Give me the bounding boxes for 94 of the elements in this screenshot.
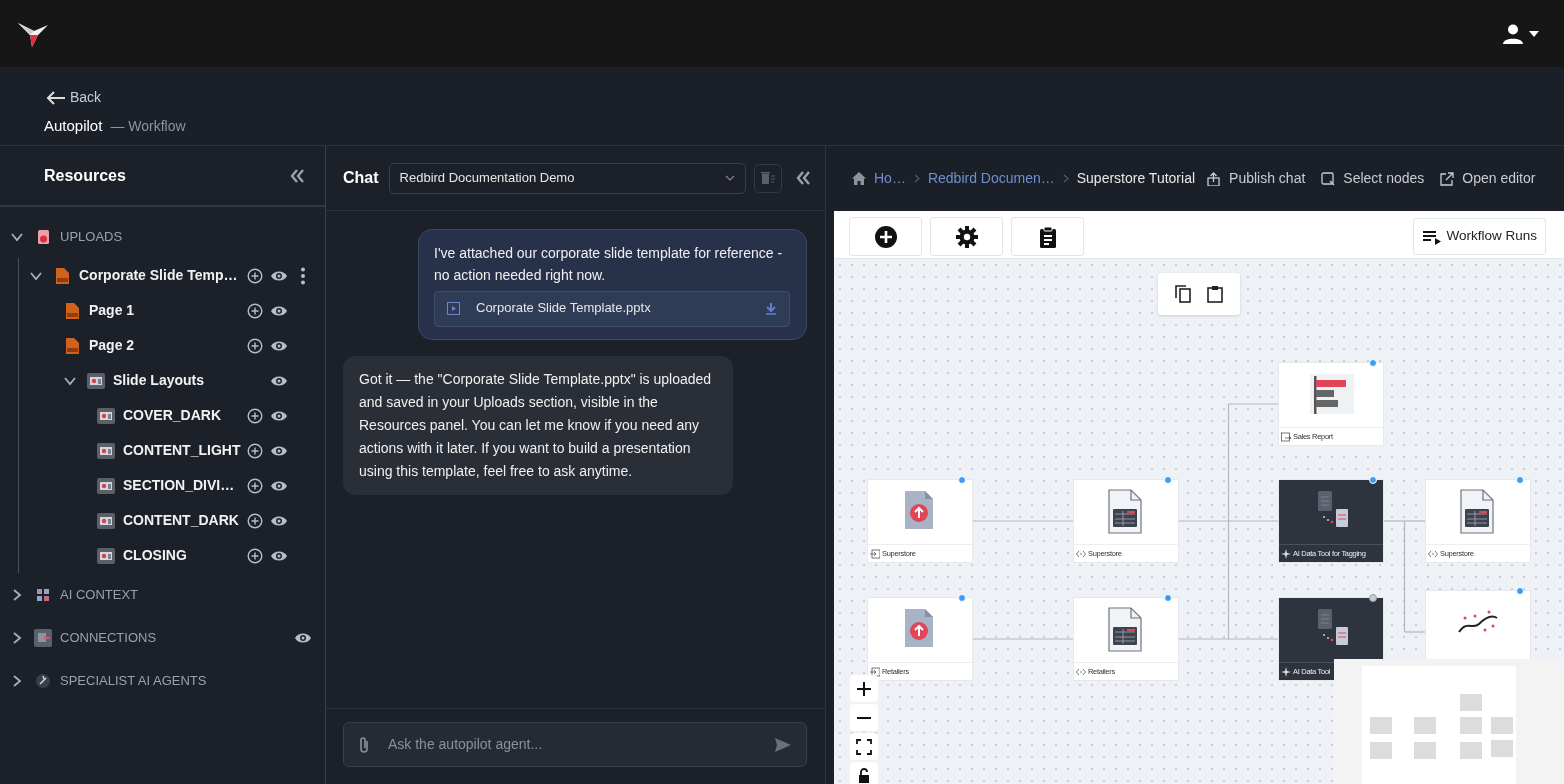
tree-item-label[interactable]: Corporate Slide Temp… <box>79 265 238 286</box>
add-icon[interactable] <box>247 267 263 284</box>
section-label[interactable]: AI CONTEXT <box>60 584 138 605</box>
agent-icon <box>34 671 52 690</box>
header-action-link[interactable]: Open editor <box>1440 168 1536 189</box>
clipboard-button[interactable] <box>1011 217 1084 256</box>
section-label[interactable]: CONNECTIONS <box>60 627 157 648</box>
slide-layout-icon <box>87 371 105 390</box>
add-icon <box>874 225 897 248</box>
tree-item-label[interactable]: CONTENT_DARK <box>123 510 239 531</box>
presentation-file-icon <box>63 301 81 320</box>
tree-item-label[interactable]: Page 2 <box>89 335 135 356</box>
presentation-file-icon <box>63 336 81 355</box>
code-icon <box>1076 666 1086 677</box>
attachment[interactable]: Corporate Slide Template.pptx <box>434 290 790 327</box>
send-icon[interactable] <box>774 736 792 753</box>
code-icon <box>1428 548 1438 559</box>
attachment-name: Corporate Slide Template.pptx <box>476 299 652 318</box>
zoom-out-icon <box>856 716 872 719</box>
slide-layout-icon <box>97 511 115 530</box>
slide-layout-icon <box>97 546 115 565</box>
chevron-icon <box>1062 174 1069 183</box>
message-text: I've attached our corporate slide template for reference - no action needed right now. <box>434 244 784 286</box>
home-icon[interactable] <box>852 172 866 185</box>
breadcrumb-current: Superstore Tutorial <box>1076 169 1196 188</box>
settings-button[interactable] <box>930 217 1003 256</box>
tree-item-label[interactable]: CLOSING <box>123 545 187 566</box>
tree-item-label[interactable]: CONTENT_LIGHT <box>123 440 241 461</box>
header-action-link[interactable]: Select nodes <box>1321 168 1425 189</box>
slide-layout-icon <box>97 406 115 425</box>
page-title: Autopilot <box>44 115 103 136</box>
add-icon[interactable] <box>247 477 263 494</box>
conversation-select[interactable]: Redbird Documentation Demo <box>388 162 746 194</box>
video-file-icon <box>447 302 460 316</box>
zoom-out-button[interactable] <box>850 704 878 731</box>
run-list-icon <box>1422 228 1443 245</box>
add-icon[interactable] <box>247 512 263 529</box>
workflow-runs-button[interactable]: Workflow Runs <box>1413 218 1546 255</box>
lock-icon <box>856 767 872 784</box>
tree-item-label[interactable]: Page 1 <box>89 300 135 321</box>
caret-icon <box>725 175 735 181</box>
section-label[interactable]: UPLOADS <box>60 226 123 247</box>
add-node-button[interactable] <box>849 217 922 256</box>
paperclip-icon[interactable] <box>358 735 370 754</box>
user-icon[interactable] <box>1502 23 1524 44</box>
sparkle-icon <box>1281 548 1291 559</box>
chevron-icon <box>913 174 920 183</box>
message-field[interactable]: Ask the autopilot agent... <box>386 733 758 756</box>
panel-title: Chat <box>343 168 379 188</box>
panel-title: Resources <box>44 165 126 186</box>
tree-item-label[interactable]: Slide Layouts <box>113 370 205 391</box>
share-icon <box>1207 171 1222 186</box>
assistant-message: Got it — the "Corporate Slide Template.pptx" is uploaded and saved in your Uploads section, visible in the Resources panel. You can let me know if you need any actions with it later. If you want to build a presentation using this template, feel free to ask anytime. <box>343 355 733 496</box>
add-icon[interactable] <box>247 442 263 459</box>
tree-item-label[interactable]: SECTION_DIVI… <box>123 475 235 496</box>
connection-icon <box>34 628 52 647</box>
tree-item-label[interactable]: COVER_DARK <box>123 405 221 426</box>
zoom-in-icon <box>856 680 872 697</box>
add-icon[interactable] <box>247 407 263 424</box>
paste-icon[interactable] <box>1207 285 1223 303</box>
fit-view-icon <box>856 738 872 755</box>
export-icon <box>1281 431 1291 442</box>
collapse-icon[interactable] <box>796 171 811 185</box>
slide-layout-icon <box>97 476 115 495</box>
breadcrumb-link[interactable]: Ho… <box>874 168 906 189</box>
copy-icon[interactable] <box>1175 285 1191 303</box>
caret-icon[interactable] <box>1528 29 1540 38</box>
slide-layout-icon <box>97 441 115 460</box>
breadcrumb-link[interactable]: Redbird Documen… <box>927 168 1055 189</box>
chat-input[interactable]: Ask the autopilot agent... <box>343 722 807 767</box>
clear-chat-button[interactable] <box>754 163 782 193</box>
add-icon[interactable] <box>247 302 263 319</box>
section-label[interactable]: SPECIALIST AI AGENTS <box>60 670 207 691</box>
zoom-in-button[interactable] <box>850 675 878 702</box>
download-icon[interactable] <box>765 302 777 316</box>
import-icon <box>870 666 880 677</box>
header-action-link[interactable]: Publish chat <box>1207 168 1306 189</box>
code-icon <box>1076 548 1086 559</box>
external-link-icon <box>1440 171 1455 186</box>
settings-icon <box>955 225 978 248</box>
trash-list-icon <box>761 171 775 185</box>
page-subtitle: — Workflow <box>110 116 186 136</box>
back-link[interactable]: Back <box>46 87 102 108</box>
presentation-file-icon <box>53 266 71 285</box>
add-icon[interactable] <box>247 337 263 354</box>
lock-button[interactable] <box>850 762 878 784</box>
sparkle-icon <box>1281 666 1291 677</box>
more-icon[interactable] <box>300 266 306 285</box>
add-icon[interactable] <box>247 547 263 564</box>
fit-view-button[interactable] <box>850 733 878 760</box>
selection-icon <box>1321 171 1336 186</box>
import-icon <box>870 548 880 559</box>
collapse-icon[interactable] <box>290 168 305 183</box>
back-arrow-icon <box>46 90 66 105</box>
